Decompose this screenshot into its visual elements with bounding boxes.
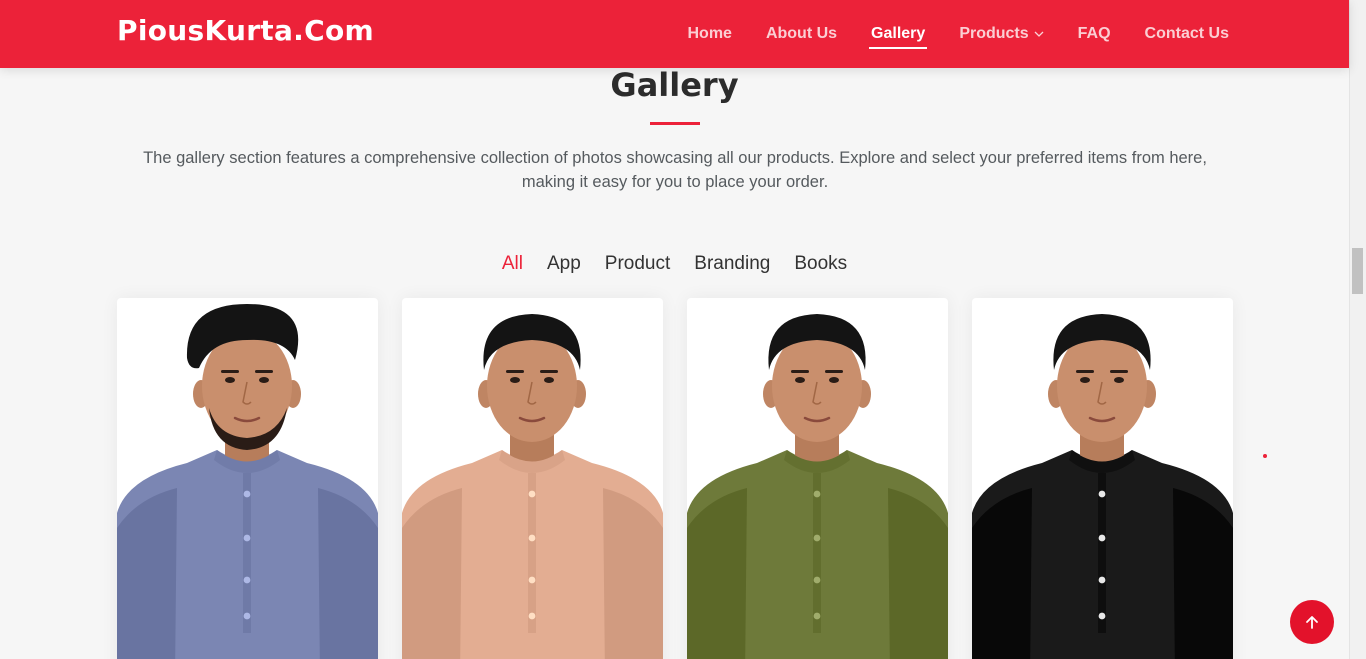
gallery-description: The gallery section features a comprehen… (143, 149, 1207, 191)
gallery-item[interactable] (972, 298, 1233, 659)
gallery-item[interactable] (687, 298, 948, 659)
chevron-down-icon (1034, 31, 1044, 37)
nav-gallery[interactable]: Gallery (869, 0, 928, 68)
nav-home-label: Home (687, 25, 732, 42)
nav-faq[interactable]: FAQ (1078, 0, 1111, 68)
nav-faq-label: FAQ (1077, 25, 1111, 42)
gallery-title: Gallery (610, 66, 739, 104)
product-photo (687, 314, 948, 659)
decorative-dot (1263, 454, 1267, 458)
filter-branding[interactable]: Branding (694, 253, 770, 275)
main-nav: Home About Us Gallery Products FAQ Conta… (687, 0, 1229, 68)
nav-about-us-label: About Us (765, 25, 838, 42)
filter-app[interactable]: App (547, 253, 581, 275)
site-header: PiousKurta.Com Home About Us Gallery Pro… (0, 0, 1349, 68)
title-divider (650, 122, 700, 125)
site-logo[interactable]: PiousKurta.Com (117, 14, 374, 47)
gallery-item[interactable] (117, 298, 378, 659)
nav-contact-us-label: Contact Us (1144, 25, 1229, 42)
nav-products-label: Products (959, 25, 1029, 42)
nav-gallery-label: Gallery (871, 25, 926, 42)
product-photo (402, 314, 663, 659)
nav-contact-us[interactable]: Contact Us (1145, 0, 1229, 68)
gallery-filters: All App Product Branding Books (0, 253, 1349, 275)
filter-all[interactable]: All (502, 253, 523, 275)
filter-product[interactable]: Product (605, 253, 670, 275)
scrollbar-thumb[interactable] (1352, 248, 1363, 294)
page-scrollbar[interactable] (1349, 0, 1366, 659)
nav-about-us[interactable]: About Us (766, 0, 837, 68)
back-to-top-button[interactable] (1290, 600, 1334, 644)
nav-products[interactable]: Products (959, 0, 1044, 68)
arrow-up-icon (1306, 616, 1318, 629)
product-photo (117, 304, 378, 659)
nav-home[interactable]: Home (687, 0, 731, 68)
product-photo (972, 314, 1233, 659)
filter-books[interactable]: Books (794, 253, 847, 275)
gallery-item[interactable] (402, 298, 663, 659)
